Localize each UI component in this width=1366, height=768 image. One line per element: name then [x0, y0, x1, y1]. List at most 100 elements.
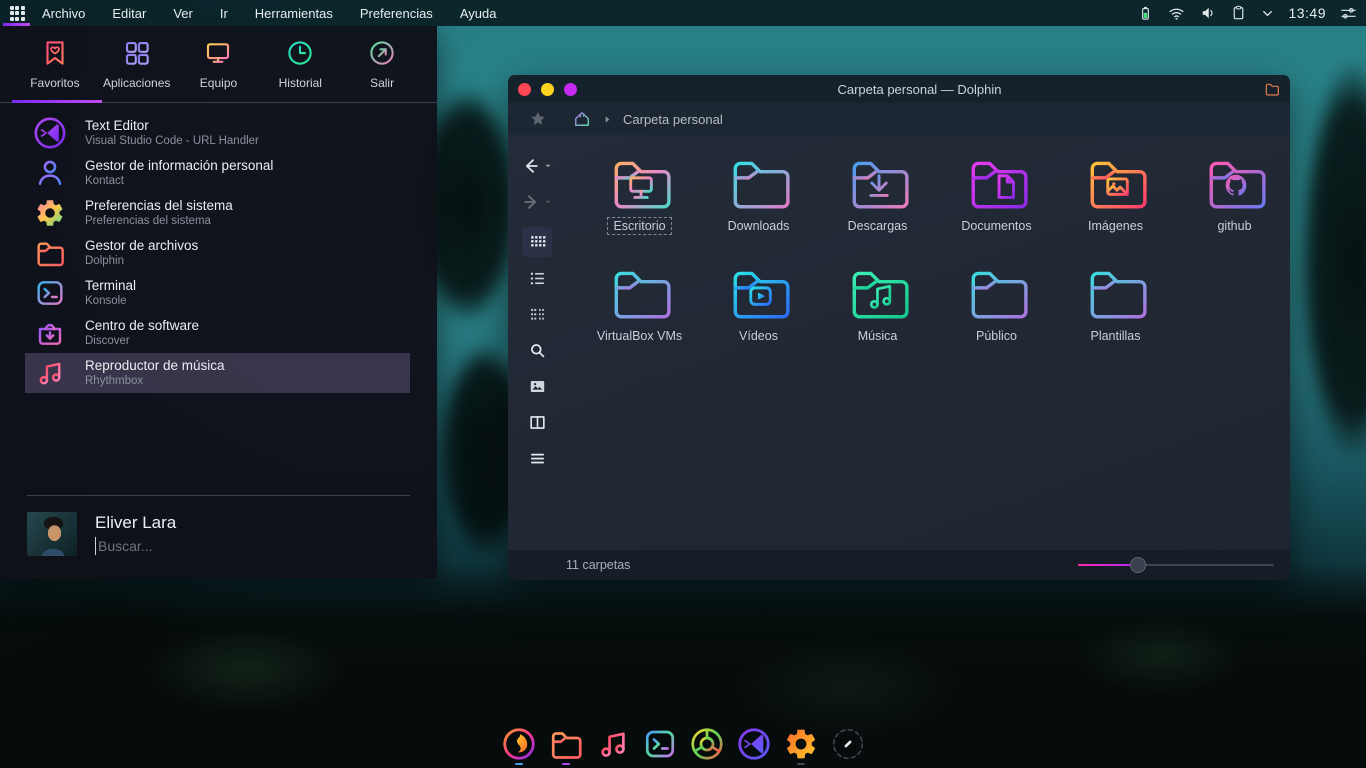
slider-thumb[interactable] [1130, 557, 1146, 573]
dock-music-player[interactable] [594, 723, 632, 765]
breadcrumb[interactable]: Carpeta personal [623, 112, 723, 127]
avatar[interactable] [27, 512, 77, 556]
tab-favoritos[interactable]: Favoritos [14, 38, 96, 102]
dolphin-window: Carpeta personal — Dolphin Carpeta perso… [508, 75, 1290, 580]
terminal-icon [33, 276, 67, 310]
list-item-music-player[interactable]: Reproductor de música Rhythmbox [25, 353, 410, 393]
folder-item-descargas[interactable]: Descargas [818, 149, 937, 253]
folder-item-documentos[interactable]: Documentos [937, 149, 1056, 253]
dock-chrome[interactable] [688, 723, 726, 765]
status-text: 11 carpetas [566, 558, 630, 572]
folder-label: Público [970, 327, 1023, 345]
minimize-button[interactable] [541, 83, 554, 96]
statusbar: 11 carpetas [508, 550, 1290, 580]
hamburger-menu-icon [528, 449, 547, 468]
menu-preferencias[interactable]: Preferencias [360, 6, 433, 21]
maximize-button[interactable] [564, 83, 577, 96]
menu-archivo[interactable]: Archivo [42, 6, 85, 21]
tab-label: Aplicaciones [103, 76, 170, 90]
zoom-slider[interactable] [1078, 557, 1274, 573]
folder-label: Música [852, 327, 904, 345]
menu-ver[interactable]: Ver [173, 6, 193, 21]
app-title: Centro de software [85, 318, 199, 334]
app-title: Preferencias del sistema [85, 198, 233, 214]
list-item-terminal[interactable]: Terminal Konsole [25, 273, 410, 313]
folder-item-musica[interactable]: Música [818, 259, 937, 363]
app-subtitle: Rhythmbox [85, 374, 225, 388]
folder-item-downloads[interactable]: Downloads [699, 149, 818, 253]
active-indicator [3, 23, 30, 26]
folder-label: VirtualBox VMs [591, 327, 688, 345]
folder-item-publico[interactable]: Público [937, 259, 1056, 363]
app-subtitle: Preferencias del sistema [85, 214, 233, 228]
tab-label: Salir [370, 76, 394, 90]
dock-vscode[interactable] [735, 723, 773, 765]
list-item-software-center[interactable]: Centro de software Discover [25, 313, 410, 353]
grid-icon [10, 6, 25, 21]
dock-file-manager[interactable] [547, 723, 585, 765]
app-launcher-button[interactable] [0, 0, 34, 26]
dock-settings[interactable] [782, 723, 820, 765]
application-launcher-panel: Favoritos Aplicaciones Equipo [0, 26, 437, 578]
image-icon [528, 377, 547, 396]
menu-editar[interactable]: Editar [112, 6, 146, 21]
folder-item-virtualbox-vms[interactable]: VirtualBox VMs [580, 259, 699, 363]
menu-ayuda[interactable]: Ayuda [460, 6, 497, 21]
app-subtitle: Konsole [85, 294, 136, 308]
folder-icon [548, 726, 584, 762]
forward-button[interactable] [515, 187, 559, 217]
music-notes-icon [33, 356, 67, 390]
folder-item-videos[interactable]: Vídeos [699, 259, 818, 363]
folder-item-plantillas[interactable]: Plantillas [1056, 259, 1175, 363]
dock-firefox[interactable] [500, 723, 538, 765]
menu-button[interactable] [522, 443, 552, 473]
computer-icon [203, 38, 233, 68]
titlebar[interactable]: Carpeta personal — Dolphin [508, 75, 1290, 103]
list-item-pim[interactable]: Gestor de información personal Kontact [25, 153, 410, 193]
running-indicator [562, 763, 570, 766]
compact-view-button[interactable] [522, 299, 552, 329]
home-icon[interactable] [572, 109, 592, 129]
search-input[interactable] [95, 537, 345, 555]
window-title: Carpeta personal — Dolphin [577, 82, 1262, 97]
slider-fill [1078, 564, 1136, 566]
app-grid-icon [122, 38, 152, 68]
volume-icon[interactable] [1199, 4, 1217, 22]
list-item-file-manager[interactable]: Gestor de archivos Dolphin [25, 233, 410, 273]
star-icon[interactable] [528, 109, 548, 129]
icons-view-button[interactable] [522, 227, 552, 257]
folder-item-escritorio[interactable]: Escritorio [580, 149, 699, 253]
dock-terminal[interactable] [641, 723, 679, 765]
list-view-button[interactable] [522, 263, 552, 293]
folder-icon [1083, 259, 1149, 325]
split-view-button[interactable] [522, 407, 552, 437]
folder-github-icon [1202, 149, 1268, 215]
menu-herramientas[interactable]: Herramientas [255, 6, 333, 21]
location-bar: Carpeta personal [508, 103, 1290, 135]
list-item-system-settings[interactable]: Preferencias del sistema Preferencias de… [25, 193, 410, 233]
search-icon [528, 341, 547, 360]
sliders-icon[interactable] [1339, 4, 1358, 23]
clipboard-icon[interactable] [1230, 4, 1247, 22]
back-button[interactable] [515, 151, 559, 181]
tab-equipo[interactable]: Equipo [178, 38, 260, 102]
close-button[interactable] [518, 83, 531, 96]
tab-aplicaciones[interactable]: Aplicaciones [96, 38, 178, 102]
app-subtitle: Dolphin [85, 254, 198, 268]
folder-video-icon [726, 259, 792, 325]
tab-historial[interactable]: Historial [259, 38, 341, 102]
search-button[interactable] [522, 335, 552, 365]
chevron-down-icon[interactable] [1260, 6, 1275, 21]
folder-item-github[interactable]: github [1175, 149, 1290, 253]
clock[interactable]: 13:49 [1288, 5, 1326, 21]
tab-label: Equipo [200, 76, 237, 90]
preview-button[interactable] [522, 371, 552, 401]
folder-item-imagenes[interactable]: Imágenes [1056, 149, 1175, 253]
dock-clock[interactable] [829, 723, 867, 765]
battery-icon[interactable] [1137, 4, 1154, 23]
app-title: Gestor de información personal [85, 158, 273, 174]
tab-salir[interactable]: Salir [341, 38, 423, 102]
menu-ir[interactable]: Ir [220, 6, 228, 21]
list-item-text-editor[interactable]: Text Editor Visual Studio Code - URL Han… [25, 113, 410, 153]
wifi-icon[interactable] [1167, 4, 1186, 23]
